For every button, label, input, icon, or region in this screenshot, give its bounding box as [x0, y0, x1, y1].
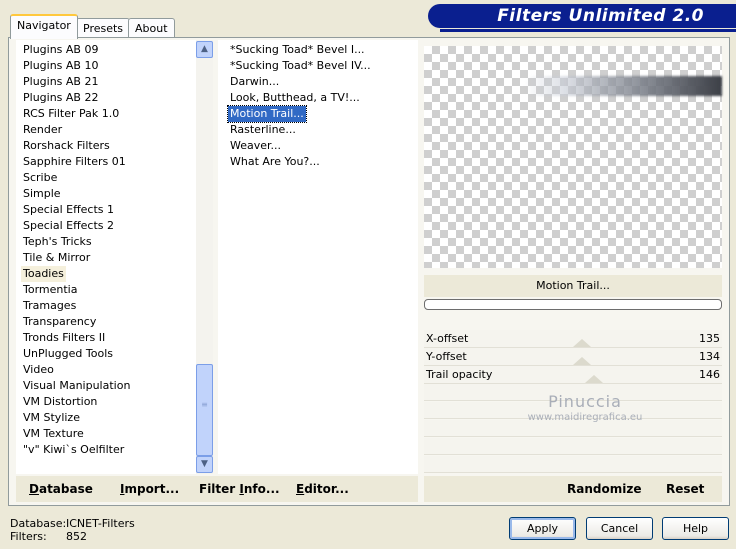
app-title-banner: Filters Unlimited 2.0: [428, 4, 736, 28]
chevron-down-icon: ▼: [201, 459, 208, 469]
category-item[interactable]: Plugins AB 21: [21, 74, 100, 90]
param-value: 135: [699, 332, 720, 345]
database-info: Database:ICNET-Filters: [10, 517, 135, 530]
preview-canvas: [424, 46, 722, 268]
help-button[interactable]: Help: [662, 517, 729, 540]
scroll-thumb[interactable]: ≡: [196, 364, 213, 456]
editor-button[interactable]: Editor...: [296, 482, 349, 496]
filter-item[interactable]: *Sucking Toad* Bevel IV...: [228, 58, 373, 74]
filter-item[interactable]: Darwin...: [228, 74, 281, 90]
category-item[interactable]: RCS Filter Pak 1.0: [21, 106, 121, 122]
database-toolbar: Database Import... Filter Info... Editor…: [16, 476, 418, 502]
category-list[interactable]: Plugins AB 09 Plugins AB 10 Plugins AB 21 P…: [16, 40, 196, 474]
scroll-down-button[interactable]: ▼: [196, 456, 213, 473]
category-item[interactable]: Special Effects 2: [21, 218, 116, 234]
banner-underline: [440, 29, 736, 32]
category-scrollbar[interactable]: ▲ ≡ ▼: [196, 40, 213, 474]
category-item[interactable]: VM Stylize: [21, 410, 82, 426]
randomize-button[interactable]: Randomize: [567, 482, 641, 496]
filter-list[interactable]: *Sucking Toad* Bevel I... *Sucking Toad* …: [218, 40, 418, 474]
param-label: Trail opacity: [426, 368, 493, 381]
category-item[interactable]: UnPlugged Tools: [21, 346, 115, 362]
slider-thumb[interactable]: [585, 375, 603, 383]
scroll-up-button[interactable]: ▲: [196, 41, 213, 58]
param-slider-row[interactable]: X-offset 135: [424, 330, 722, 348]
param-label: X-offset: [426, 332, 469, 345]
category-item[interactable]: Plugins AB 09: [21, 42, 100, 58]
filter-item[interactable]: Rasterline...: [228, 122, 298, 138]
category-item[interactable]: Tramages: [21, 298, 78, 314]
param-slider-row[interactable]: Y-offset 134: [424, 348, 722, 366]
param-label: Y-offset: [426, 350, 467, 363]
category-item[interactable]: Special Effects 1: [21, 202, 116, 218]
category-item[interactable]: VM Distortion: [21, 394, 99, 410]
database-value: ICNET-Filters: [66, 517, 135, 530]
cancel-button[interactable]: Cancel: [586, 517, 653, 540]
empty-param-row: [424, 456, 722, 473]
category-item[interactable]: Visual Manipulation: [21, 378, 132, 394]
category-item[interactable]: Transparency: [21, 314, 98, 330]
category-item[interactable]: "v" Kiwi`s Oelfilter: [21, 442, 126, 458]
chevron-up-icon: ▲: [201, 44, 208, 54]
category-item[interactable]: Tormentia: [21, 282, 79, 298]
category-item[interactable]: Simple: [21, 186, 63, 202]
filter-item[interactable]: Motion Trail...: [227, 105, 307, 123]
category-item[interactable]: Plugins AB 10: [21, 58, 100, 74]
empty-param-row: [424, 438, 722, 455]
category-item[interactable]: Teph's Tricks: [21, 234, 94, 250]
tab-strip: Navigator Presets About: [0, 14, 430, 39]
filter-item[interactable]: *Sucking Toad* Bevel I...: [228, 42, 367, 58]
filters-count-info: Filters: 852: [10, 530, 87, 543]
filter-info-button[interactable]: Filter Info...: [199, 482, 280, 496]
category-item[interactable]: Rorshack Filters: [21, 138, 112, 154]
motion-trail-preview: [524, 76, 722, 96]
database-button[interactable]: Database: [29, 482, 93, 496]
tab-navigator[interactable]: Navigator: [10, 14, 78, 39]
slider-thumb[interactable]: [573, 339, 591, 347]
watermark-name: Pinuccia: [548, 392, 622, 411]
preview-toolbar: Randomize Reset: [424, 476, 722, 502]
database-label: Database:: [10, 517, 67, 530]
category-item[interactable]: Scribe: [21, 170, 59, 186]
category-item[interactable]: Plugins AB 22: [21, 90, 100, 106]
import-button[interactable]: Import...: [120, 482, 179, 496]
slider-thumb[interactable]: [573, 357, 591, 365]
param-slider-row[interactable]: Trail opacity 146: [424, 366, 722, 384]
progress-bar: [424, 299, 722, 310]
filter-item[interactable]: Weaver...: [228, 138, 283, 154]
category-item[interactable]: Tile & Mirror: [21, 250, 92, 266]
filters-label: Filters:: [10, 530, 47, 543]
category-item[interactable]: VM Texture: [21, 426, 86, 442]
reset-button[interactable]: Reset: [666, 482, 704, 496]
category-item[interactable]: Render: [21, 122, 64, 138]
filter-item[interactable]: Look, Butthead, a TV!...: [228, 90, 362, 106]
category-item[interactable]: Sapphire Filters 01: [21, 154, 128, 170]
filters-value: 852: [66, 530, 87, 543]
apply-button[interactable]: Apply: [509, 517, 576, 540]
filter-item[interactable]: What Are You?...: [228, 154, 322, 170]
watermark-url: www.maidiregrafica.eu: [527, 412, 643, 423]
current-filter-name: Motion Trail...: [424, 275, 722, 297]
tab-presets[interactable]: Presets: [76, 18, 131, 38]
category-item[interactable]: Video: [21, 362, 56, 378]
param-value: 134: [699, 350, 720, 363]
category-item[interactable]: Toadies: [21, 266, 66, 282]
category-item[interactable]: Tronds Filters II: [21, 330, 107, 346]
param-value: 146: [699, 368, 720, 381]
tab-about[interactable]: About: [128, 18, 175, 38]
